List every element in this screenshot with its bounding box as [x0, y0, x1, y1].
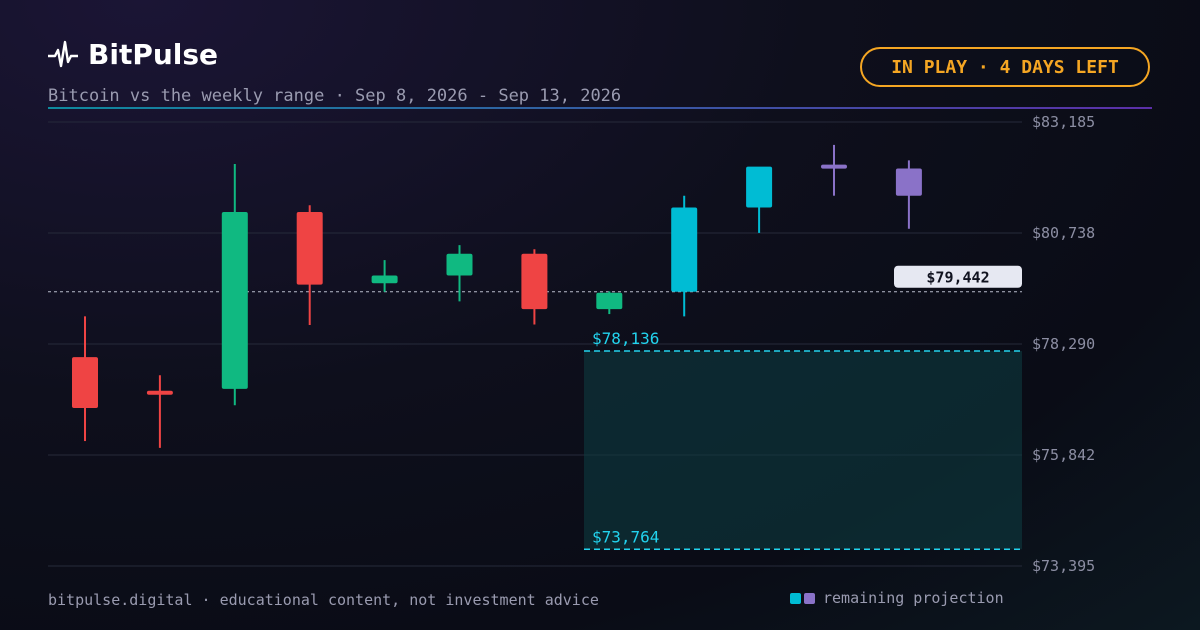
candlestick-chart: $78,136 $73,764 $79,442 $83,185 $80,738 $78… — [48, 107, 1152, 575]
footer-disclaimer: bitpulse.digital · educational content, … — [48, 591, 599, 609]
candle — [446, 245, 473, 302]
candle — [146, 375, 173, 448]
header-divider — [48, 107, 1152, 109]
candle-body — [72, 357, 98, 408]
y-tick-label: $83,185 — [1032, 113, 1095, 131]
candle-body — [671, 207, 698, 292]
legend-label: remaining projection — [823, 589, 1004, 607]
candle-body — [596, 292, 623, 310]
y-tick-label: $75,842 — [1032, 446, 1095, 464]
candle-body — [821, 164, 847, 169]
candle — [221, 163, 248, 406]
range-band — [584, 350, 1022, 550]
legend: remaining projection — [790, 589, 1004, 607]
candle — [72, 316, 98, 442]
current-price-label: $79,442 — [926, 268, 989, 286]
y-axis-ticks: $83,185 $80,738 $78,290 $75,842 $73,395 — [1032, 113, 1095, 575]
candle-body — [446, 253, 473, 276]
candle-body — [521, 253, 548, 310]
candle — [596, 291, 623, 315]
candle-body — [146, 390, 173, 395]
weekly-range: $78,136 $73,764 — [584, 329, 1022, 551]
candle-body — [746, 166, 773, 208]
candle-body — [296, 212, 323, 285]
y-tick-label: $73,395 — [1032, 557, 1095, 575]
candle-body — [221, 212, 248, 389]
candle-body — [371, 275, 398, 284]
legend-swatch-projection-b — [804, 592, 815, 604]
candle-body — [895, 168, 922, 196]
y-tick-label: $78,290 — [1032, 335, 1095, 353]
y-tick-label: $80,738 — [1032, 224, 1095, 242]
candle — [521, 249, 548, 325]
candle — [371, 260, 398, 292]
candle — [821, 144, 847, 196]
candle — [296, 205, 323, 325]
legend-swatch-projection-a — [790, 592, 801, 604]
candle — [671, 195, 698, 317]
range-lower-label: $73,764 — [592, 527, 659, 546]
candle — [895, 160, 922, 229]
candle — [746, 166, 773, 233]
range-upper-label: $78,136 — [592, 329, 659, 348]
